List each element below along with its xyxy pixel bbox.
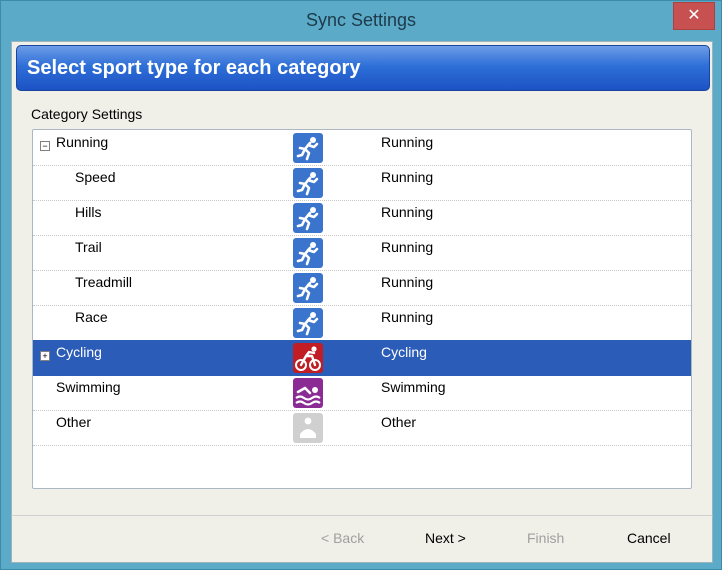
category-name: Hills [75,204,102,220]
row-other[interactable]: Other Other [33,410,691,446]
row-hills[interactable]: Hills Running [33,200,691,236]
row-trail[interactable]: Trail Running [33,235,691,271]
sport-type-value[interactable]: Other [381,414,416,430]
row-speed[interactable]: Speed Running [33,165,691,201]
other-icon[interactable] [293,413,323,443]
sync-settings-window: Sync Settings ✕ Select sport type for ea… [0,0,722,570]
category-name: Race [75,309,108,325]
sport-type-value[interactable]: Running [381,204,433,220]
sport-type-value[interactable]: Running [381,239,433,255]
running-icon[interactable] [293,238,323,268]
category-name: Other [56,414,92,430]
close-button[interactable]: ✕ [673,2,715,30]
window-title: Sync Settings [305,10,417,30]
category-settings-label: Category Settings [31,106,143,122]
row-cycling[interactable]: + Cycling Cycling [33,340,691,376]
expand-icon[interactable]: + [40,351,50,361]
collapse-icon[interactable]: − [40,141,50,151]
category-name: Swimming [56,379,121,395]
sport-type-value[interactable]: Running [381,309,433,325]
category-name: Treadmill [75,274,133,290]
wizard-banner: Select sport type for each category [16,45,710,91]
back-button[interactable]: < Back [321,530,364,546]
next-button[interactable]: Next > [425,530,466,546]
running-icon[interactable] [293,273,323,303]
category-name: Cycling [56,344,102,360]
running-icon[interactable] [293,203,323,233]
running-icon[interactable] [293,168,323,198]
title-bar[interactable]: Sync Settings ✕ [1,1,721,41]
sport-type-value[interactable]: Running [381,134,433,150]
row-running[interactable]: − Running Running [33,130,691,166]
row-race[interactable]: Race Running [33,305,691,341]
running-icon[interactable] [293,133,323,163]
cycling-icon[interactable] [293,343,323,373]
sport-type-value[interactable]: Swimming [381,379,446,395]
running-icon[interactable] [293,308,323,338]
category-name: Running [56,134,109,150]
cancel-button[interactable]: Cancel [627,530,671,546]
row-treadmill[interactable]: Treadmill Running [33,270,691,306]
category-name: Speed [75,169,116,185]
category-name: Trail [75,239,102,255]
swimming-icon[interactable] [293,378,323,408]
sport-type-value[interactable]: Running [381,274,433,290]
wizard-content: Select sport type for each category Cate… [11,41,713,516]
row-swimming[interactable]: Swimming Swimming [33,375,691,411]
category-grid[interactable]: − Running Running Speed Running Hills Ru… [32,129,692,489]
sport-type-value[interactable]: Running [381,169,433,185]
sport-type-value[interactable]: Cycling [381,344,427,360]
banner-heading: Select sport type for each category [27,57,361,79]
wizard-footer: < Back Next > Finish Cancel [11,515,713,563]
finish-button[interactable]: Finish [527,530,564,546]
